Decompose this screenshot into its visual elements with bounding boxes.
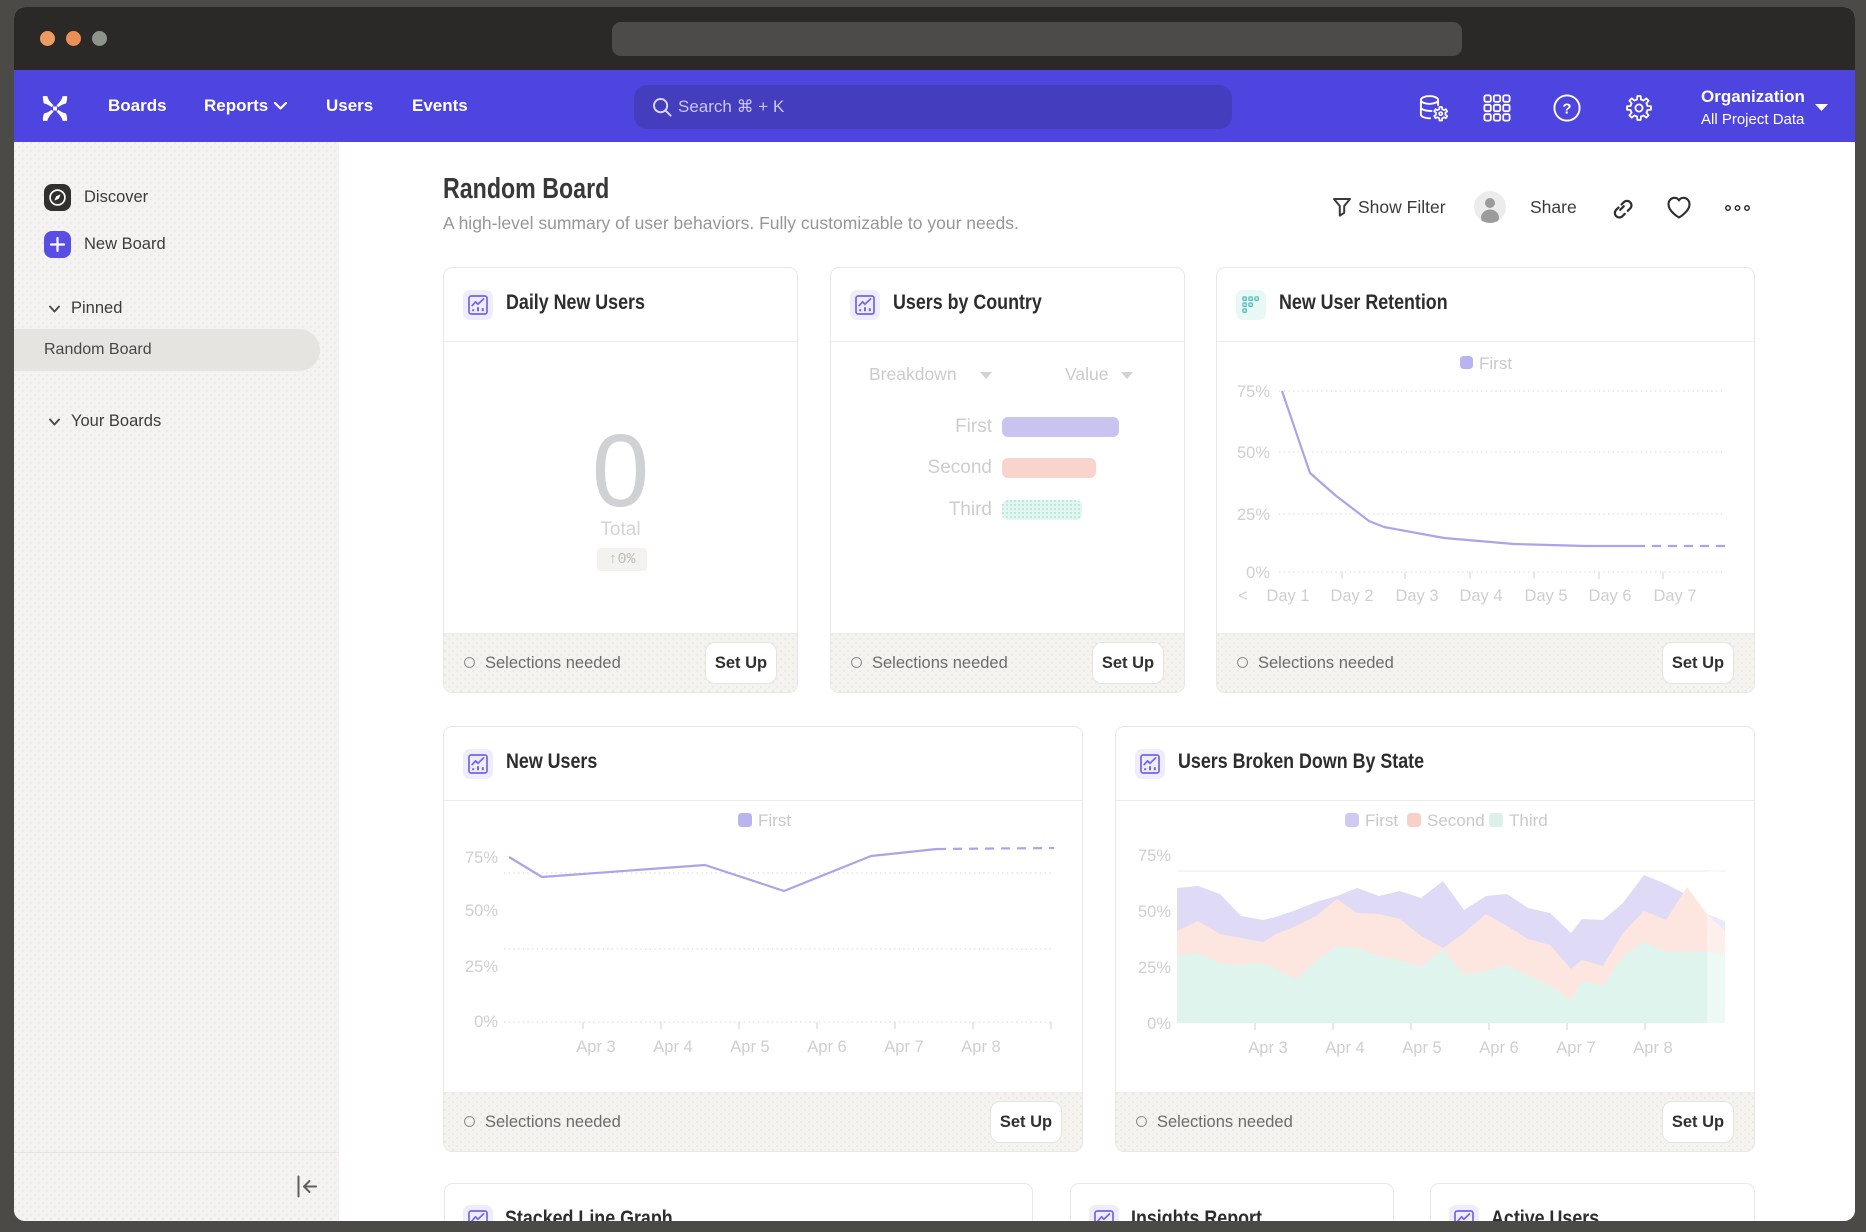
- svg-text:Day 6: Day 6: [1588, 587, 1631, 605]
- svg-text:Second: Second: [1427, 811, 1485, 830]
- svg-text:First: First: [758, 811, 791, 830]
- svg-text:Apr 3: Apr 3: [1248, 1039, 1287, 1057]
- svg-text:<: <: [1238, 587, 1248, 605]
- svg-text:Apr 5: Apr 5: [1402, 1039, 1441, 1057]
- svg-text:Apr 4: Apr 4: [1325, 1039, 1364, 1057]
- svg-text:Day 4: Day 4: [1459, 587, 1502, 605]
- svg-text:50%: 50%: [1237, 444, 1270, 462]
- svg-text:75%: 75%: [465, 849, 498, 867]
- svg-text:Day 1: Day 1: [1266, 587, 1309, 605]
- svg-text:0%: 0%: [474, 1013, 498, 1031]
- svg-text:Apr 5: Apr 5: [730, 1038, 769, 1056]
- svg-text:Apr 7: Apr 7: [1556, 1039, 1595, 1057]
- svg-text:Apr 4: Apr 4: [653, 1038, 692, 1056]
- svg-text:First: First: [1365, 811, 1398, 830]
- svg-text:Apr 6: Apr 6: [1479, 1039, 1518, 1057]
- svg-text:Apr 7: Apr 7: [884, 1038, 923, 1056]
- svg-text:Day 2: Day 2: [1330, 587, 1373, 605]
- svg-text:75%: 75%: [1138, 847, 1171, 865]
- svg-text:Apr 3: Apr 3: [576, 1038, 615, 1056]
- svg-text:First: First: [1479, 354, 1512, 373]
- svg-text:Apr 6: Apr 6: [807, 1038, 846, 1056]
- svg-text:Third: Third: [1509, 811, 1548, 830]
- svg-text:Day 7: Day 7: [1653, 587, 1696, 605]
- svg-text:25%: 25%: [1138, 959, 1171, 977]
- svg-text:?: ?: [1562, 101, 1571, 118]
- svg-text:Apr 8: Apr 8: [1633, 1039, 1672, 1057]
- svg-text:Apr 8: Apr 8: [961, 1038, 1000, 1056]
- svg-text:Day 5: Day 5: [1524, 587, 1567, 605]
- svg-text:50%: 50%: [1138, 903, 1171, 921]
- svg-text:25%: 25%: [1237, 506, 1270, 524]
- svg-text:50%: 50%: [465, 902, 498, 920]
- svg-text:Day 3: Day 3: [1395, 587, 1438, 605]
- svg-text:0%: 0%: [1246, 564, 1270, 582]
- svg-text:0%: 0%: [1147, 1015, 1171, 1033]
- svg-text:75%: 75%: [1237, 383, 1270, 401]
- svg-text:25%: 25%: [465, 958, 498, 976]
